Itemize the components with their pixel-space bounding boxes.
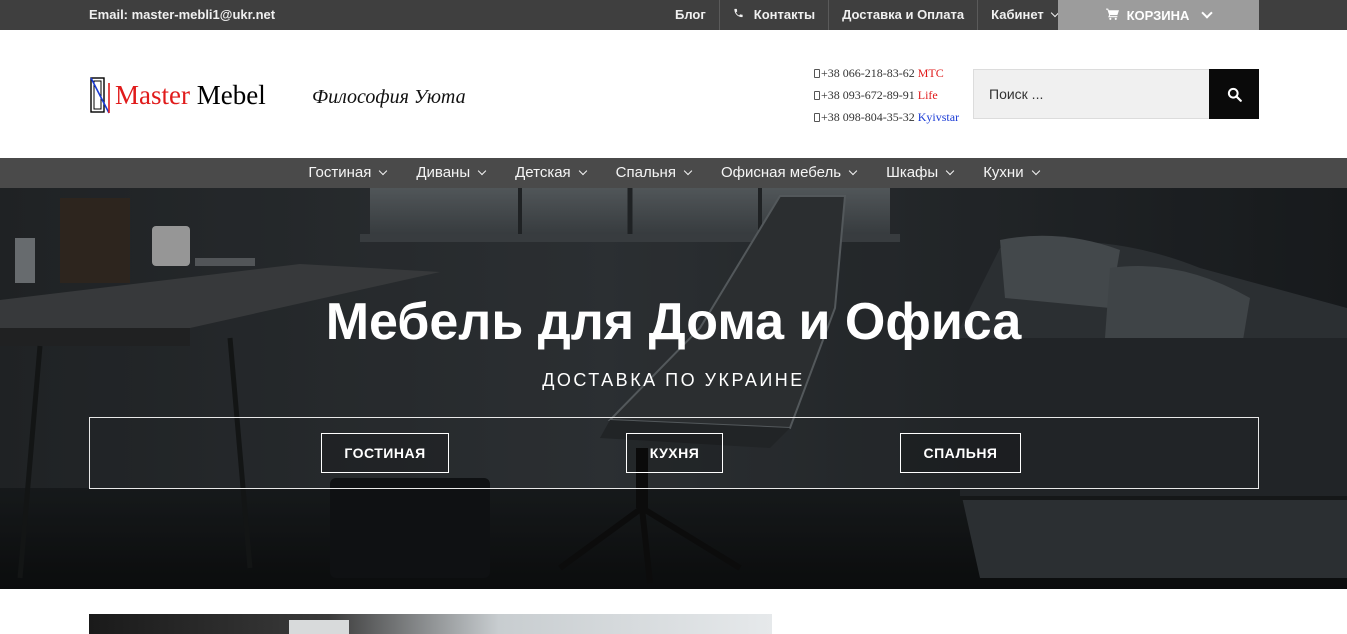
contact-email: Email: master-mebli1@ukr.net bbox=[89, 7, 276, 22]
top-links: Блог Контакты Доставка и Оплата Кабинет bbox=[662, 0, 1071, 30]
nav-item-kids-room[interactable]: Детская bbox=[500, 158, 601, 188]
search-icon bbox=[1227, 87, 1242, 102]
chevron-down-icon bbox=[578, 166, 587, 176]
phone-number: +38 098-804-35-32 bbox=[821, 110, 915, 124]
search-form bbox=[973, 69, 1259, 119]
logo-word-master: Master bbox=[115, 79, 190, 110]
nav-item-label: Спальня bbox=[615, 164, 676, 181]
top-link-label: Кабинет bbox=[991, 7, 1044, 22]
nav-item-label: Офисная мебель bbox=[720, 164, 842, 181]
logo-word-mebel: Mebel bbox=[196, 79, 266, 110]
search-input[interactable] bbox=[973, 69, 1209, 119]
top-link-label: Доставка и Оплата bbox=[842, 7, 965, 22]
top-bar: Email: master-mebli1@ukr.net Блог Контак… bbox=[0, 0, 1347, 30]
hero-button-kitchen[interactable]: КУХНЯ bbox=[626, 433, 723, 473]
hero-banner: Мебель для Дома и Офиса ДОСТАВКА ПО УКРА… bbox=[0, 188, 1347, 589]
chevron-down-icon bbox=[848, 166, 858, 176]
mobile-phone-icon bbox=[814, 91, 820, 100]
nav-item-sofas[interactable]: Диваны bbox=[401, 158, 500, 188]
nav-item-kitchens[interactable]: Кухни bbox=[968, 158, 1053, 188]
top-link-blog[interactable]: Блог bbox=[662, 0, 719, 30]
chevron-down-icon bbox=[1201, 7, 1214, 19]
phone-number: +38 093-672-89-91 bbox=[821, 88, 915, 102]
mobile-phone-icon bbox=[814, 69, 820, 78]
chevron-down-icon bbox=[477, 166, 487, 176]
top-link-label: Контакты bbox=[753, 7, 816, 22]
main-nav: Гостиная Диваны Детская Спальня Офисная … bbox=[0, 158, 1347, 188]
mobile-phone-icon bbox=[814, 113, 820, 122]
featured-image-preview bbox=[89, 614, 772, 634]
phone-list: +38 066-218-83-62 МТС +38 093-672-89-91 … bbox=[814, 62, 959, 128]
hero-title: Мебель для Дома и Офиса bbox=[325, 293, 1022, 351]
top-link-cabinet[interactable]: Кабинет bbox=[977, 0, 1071, 30]
nav-item-label: Диваны bbox=[416, 164, 471, 181]
nav-item-label: Детская bbox=[515, 164, 571, 181]
cart-button[interactable]: КОРЗИНА bbox=[1058, 0, 1259, 30]
logo-text: Master Mebel bbox=[115, 80, 266, 111]
featured-image bbox=[89, 614, 772, 634]
nav-item-label: Кухни bbox=[983, 164, 1024, 181]
phone-icon bbox=[733, 0, 744, 30]
chevron-down-icon bbox=[683, 166, 693, 176]
hero-subtitle: ДОСТАВКА ПО УКРАИНЕ bbox=[542, 370, 805, 390]
chevron-down-icon bbox=[379, 166, 388, 176]
chevron-down-icon bbox=[945, 166, 955, 176]
top-link-delivery[interactable]: Доставка и Оплата bbox=[828, 0, 977, 30]
phone-number: +38 066-218-83-62 bbox=[821, 66, 915, 80]
phone-operator: Life bbox=[917, 88, 938, 102]
logo-mark-icon bbox=[90, 77, 110, 114]
phone-operator: Kyivstar bbox=[917, 110, 960, 124]
top-link-contacts[interactable]: Контакты bbox=[718, 0, 828, 30]
nav-item-label: Гостиная bbox=[308, 164, 372, 181]
nav-item-label: Шкафы bbox=[886, 164, 939, 181]
nav-item-living-room[interactable]: Гостиная bbox=[293, 158, 401, 188]
site-slogan: Философия Уюта bbox=[312, 86, 466, 108]
cart-icon bbox=[1105, 8, 1119, 23]
nav-item-wardrobes[interactable]: Шкафы bbox=[871, 158, 968, 188]
hero-category-box: ГОСТИНАЯ КУХНЯ СПАЛЬНЯ bbox=[89, 417, 1259, 489]
phone-operator: МТС bbox=[917, 66, 944, 80]
chevron-down-icon bbox=[1031, 166, 1040, 176]
phone-item-life[interactable]: +38 093-672-89-91 Life bbox=[814, 84, 959, 106]
phone-item-mts[interactable]: +38 066-218-83-62 МТС bbox=[814, 62, 959, 84]
nav-item-office-furniture[interactable]: Офисная мебель bbox=[706, 158, 871, 188]
phone-item-kyivstar[interactable]: +38 098-804-35-32 Kyivstar bbox=[814, 106, 959, 128]
search-button[interactable] bbox=[1209, 69, 1259, 119]
hero-button-living-room[interactable]: ГОСТИНАЯ bbox=[321, 433, 449, 473]
cart-label: КОРЗИНА bbox=[1126, 7, 1190, 23]
nav-item-bedroom[interactable]: Спальня bbox=[601, 158, 706, 188]
top-link-label: Блог bbox=[675, 7, 706, 22]
site-logo[interactable]: Master Mebel bbox=[89, 74, 266, 116]
hero-button-bedroom[interactable]: СПАЛЬНЯ bbox=[900, 433, 1021, 473]
